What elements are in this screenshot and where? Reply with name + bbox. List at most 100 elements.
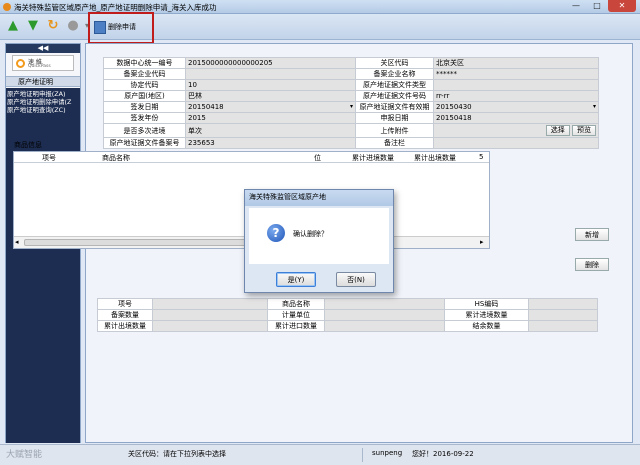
form-label: 原产地证据文件备案号 [103,137,186,149]
yes-button[interactable]: 是(Y) [276,272,316,287]
question-icon: ? [267,224,285,242]
goods-section-title: 商品信息 [14,141,42,149]
form-label: 备注栏 [355,137,434,149]
form-label: 签发日期 [103,101,186,113]
company-code-field[interactable] [185,68,356,80]
collapse-sidebar-button[interactable]: ◀◀ [6,44,80,53]
agreement-code-field[interactable]: 10 [185,79,356,91]
evidence-number-field[interactable]: rr-rr [433,90,599,102]
validity-date-value: 20150430 [436,103,472,111]
form-label: 累计进口数量 [267,320,325,332]
status-hint: 关区代码：请在下拉列表中选择 [128,450,226,458]
exit-qty-field[interactable] [152,320,268,332]
status-greeting: 您好！2016-09-22 [412,450,474,458]
form-label: HS编码 [444,298,529,310]
entry-qty-field[interactable] [528,309,598,321]
dropdown-icon[interactable]: ▾ [593,103,596,110]
evidence-record-field[interactable]: 235653 [185,137,356,149]
dialog-message: 确认删除？ [293,230,328,238]
customs-area-field[interactable]: 北京关区 [433,57,599,69]
validity-date-field[interactable]: 20150430 ▾ [433,101,599,113]
unit-field[interactable] [324,309,445,321]
scroll-left-icon[interactable]: ◂ [15,238,19,246]
form-label: 项号 [97,298,153,310]
logo: 速 維 QuickPass [12,55,74,71]
form-label: 关区代码 [355,57,434,69]
app-icon [3,3,11,11]
issue-year-field[interactable]: 2015 [185,112,356,124]
minimize-button[interactable]: — [566,0,586,12]
form-label: 原产国(地区) [103,90,186,102]
form-label: 申报日期 [355,112,434,124]
add-goods-button[interactable]: 新增 [575,228,609,241]
certificate-form: 数据中心统一编号 2015000000000000205 关区代码 北京关区 备… [103,57,599,149]
goods-detail-values [528,298,598,332]
logo-icon [16,59,25,68]
status-bar: 大赋智能 关区代码：请在下拉列表中选择 sunpeng 您好！2016-09-2… [0,444,640,465]
column-header[interactable]: 累计进境数量 [352,153,394,163]
column-header[interactable]: 位 [314,153,321,163]
issue-date-value: 20150418 [188,103,224,111]
form-label: 备案企业代码 [103,68,186,80]
hs-code-field[interactable] [528,298,598,310]
goods-name-field[interactable] [324,298,445,310]
remarks-field[interactable] [433,137,599,149]
refresh-icon[interactable]: ↻ [46,19,60,33]
stop-icon[interactable]: ● [66,19,80,33]
origin-country-field[interactable]: 巴林 [185,90,356,102]
form-label: 备案数量 [97,309,153,321]
attachment-field: 选择 预览 [433,123,599,138]
status-user: sunpeng [372,449,403,457]
form-label: 累计出境数量 [97,320,153,332]
column-header[interactable]: 项号 [42,153,56,163]
delete-goods-button[interactable]: 删除 [575,258,609,271]
close-button[interactable]: ✕ [608,0,636,12]
column-header[interactable]: 累计出境数量 [414,153,456,163]
confirm-dialog: 海关特殊监管区域原产地 ? 确认删除？ 是(Y) 否(N) [244,189,394,293]
column-header[interactable]: 商品名称 [102,153,130,163]
no-button[interactable]: 否(N) [336,272,376,287]
item-no-field[interactable] [152,298,268,310]
status-divider [362,448,363,462]
select-button[interactable]: 选择 [545,125,570,136]
maximize-button[interactable]: □ [587,0,607,12]
issue-date-field[interactable]: 20150418 ▾ [185,101,356,113]
arrow-up-icon[interactable]: ▲ [6,19,20,33]
watermark: 大赋智能 [6,450,43,460]
form-label: 结余数量 [444,320,529,332]
balance-qty-field[interactable] [528,320,598,332]
goods-detail-form: 项号 商品名称 HS编码 备案数量 计量单位 累计进境数量 累计出境数量 累计进… [97,298,529,332]
delete-request-button[interactable]: 删除申请 [94,19,150,35]
sidebar-item-query[interactable]: 原产地证明查询(ZC) [7,105,80,114]
document-icon [94,20,106,34]
evidence-type-field[interactable] [433,79,599,91]
grid-header: 项号 商品名称 位 累计进境数量 累计出境数量 5 [14,152,489,163]
form-label: 原产地证据文件有效期 [355,101,434,113]
form-label: 原产地证据文件类型 [355,79,434,91]
declaration-date-field[interactable]: 20150418 [433,112,599,124]
arrow-down-icon[interactable]: ▼ [26,19,40,33]
logo-subtext: QuickPass [28,64,51,69]
form-label: 签发年份 [103,112,186,124]
dropdown-icon[interactable]: ▾ [350,103,353,110]
form-label: 计量单位 [267,309,325,321]
form-label: 数据中心统一编号 [103,57,186,69]
column-header[interactable]: 5 [479,153,483,161]
sidebar-section-header[interactable]: 原产地证明 [6,76,80,87]
scroll-right-icon[interactable]: ▸ [480,238,484,246]
delete-request-label: 删除申请 [108,23,136,31]
company-name-field[interactable]: ****** [433,68,599,80]
form-label: 上传附件 [355,123,434,138]
form-label: 备案企业名称 [355,68,434,80]
data-center-id-field[interactable]: 2015000000000000205 [185,57,356,69]
dialog-body: ? 确认删除？ [249,208,389,264]
form-label: 协定代码 [103,79,186,91]
form-label: 是否多次进境 [103,123,186,138]
form-label: 累计进境数量 [444,309,529,321]
dialog-title: 海关特殊监管区域原产地 [245,190,393,206]
import-qty-field[interactable] [324,320,445,332]
preview-button[interactable]: 预览 [572,125,596,136]
multiple-entry-field[interactable]: 单次 [185,123,356,138]
record-qty-field[interactable] [152,309,268,321]
form-label: 原产地证据文件号码 [355,90,434,102]
